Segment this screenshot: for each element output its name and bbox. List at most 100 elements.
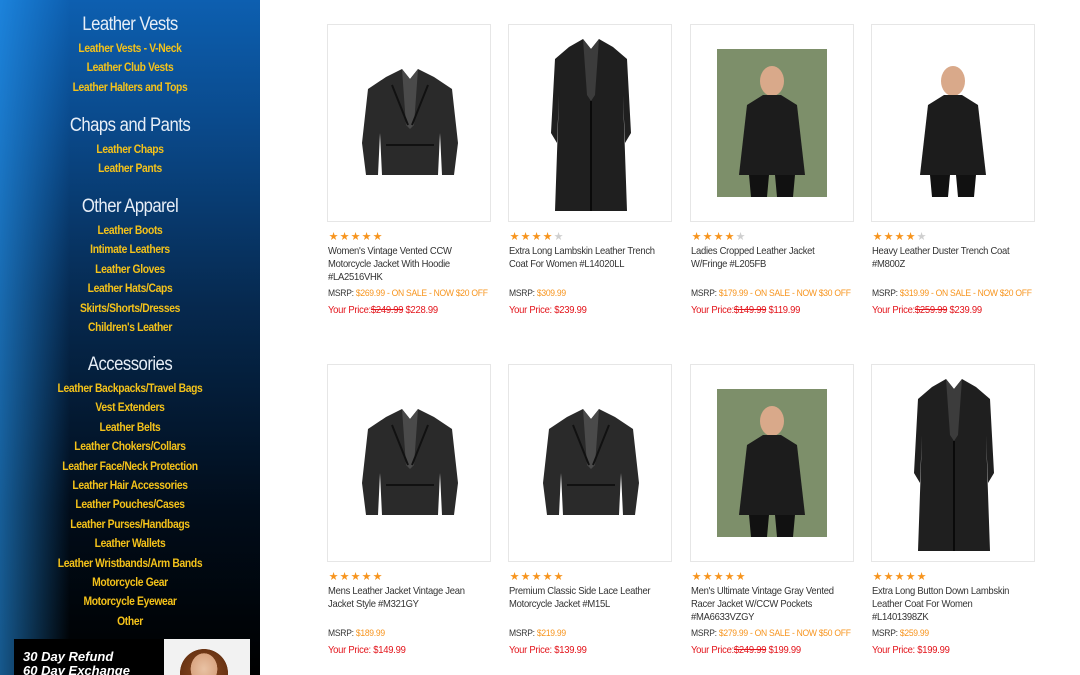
star-icon: ★ xyxy=(328,231,339,243)
sidebar-link[interactable]: Leather Wallets xyxy=(18,536,242,550)
sidebar-link[interactable]: Leather Boots xyxy=(18,223,242,237)
msrp-value: $189.99 xyxy=(355,628,385,639)
sidebar-link[interactable]: Leather Chokers/Collars xyxy=(18,439,242,453)
star-icon: ★ xyxy=(916,231,927,243)
star-icon: ★ xyxy=(542,231,553,243)
rating-stars: ★ ★ ★ ★ ★ xyxy=(691,571,746,583)
rating-stars: ★ ★ ★ ★ ★ xyxy=(691,231,746,243)
product-card[interactable]: ★ ★ ★ ★ ★ Extra Long Lambskin Leather Trench … xyxy=(508,24,672,324)
sidebar-heading: Accessories xyxy=(87,354,173,375)
rating-stars: ★ ★ ★ ★ ★ xyxy=(872,231,927,243)
product-price: Your Price: $199.99 xyxy=(872,644,1043,656)
product-card[interactable]: ★ ★ ★ ★ ★ Men's Ultimate Vintage Gray Vented … xyxy=(690,364,854,664)
sidebar-link[interactable]: Leather Pouches/Cases xyxy=(18,497,242,511)
sidebar-link[interactable]: Leather Club Vests xyxy=(18,60,242,74)
sidebar-link[interactable]: Leather Gloves xyxy=(18,262,242,276)
product-card[interactable]: ★ ★ ★ ★ ★ Extra Long Button Down Lambskin Lea… xyxy=(871,364,1035,664)
msrp-label: MSRP: xyxy=(872,288,898,299)
star-icon: ★ xyxy=(350,231,361,243)
price-label: Your Price: xyxy=(328,644,371,656)
sidebar-link[interactable]: Leather Pants xyxy=(18,161,242,175)
product-name[interactable]: Extra Long Lambskin Leather Trench Coat … xyxy=(509,245,662,271)
product-price: Your Price:$249.99 $199.99 xyxy=(691,644,862,656)
star-icon: ★ xyxy=(520,571,531,583)
sidebar-link[interactable]: Leather Face/Neck Protection xyxy=(18,459,242,473)
price-label: Your Price: xyxy=(509,644,552,656)
product-name[interactable]: Extra Long Button Down Lambskin Leather … xyxy=(872,585,1025,624)
product-name[interactable]: Women's Vintage Vented CCW Motorcycle Ja… xyxy=(328,245,481,284)
current-price: $239.99 xyxy=(949,304,983,316)
star-icon: ★ xyxy=(872,571,883,583)
current-price: $199.99 xyxy=(768,644,802,656)
product-name[interactable]: Premium Classic Side Lace Leather Motorc… xyxy=(509,585,662,611)
current-price: $239.99 xyxy=(554,304,587,316)
old-price: $249.99 xyxy=(370,304,404,316)
product-name[interactable]: Heavy Leather Duster Trench Coat #M800Z xyxy=(872,245,1025,271)
sale-note: - ON SALE - NOW $30 OFF xyxy=(749,288,851,299)
star-icon: ★ xyxy=(702,231,713,243)
current-price: $119.99 xyxy=(768,304,801,316)
category-sidebar: Leather Vests Leather Vests - V-Neck Leath… xyxy=(0,0,260,675)
sidebar-link[interactable]: Leather Hats/Caps xyxy=(18,281,242,295)
product-image[interactable] xyxy=(327,24,491,222)
star-icon: ★ xyxy=(872,231,883,243)
star-icon: ★ xyxy=(520,231,531,243)
product-name[interactable]: Ladies Cropped Leather Jacket W/Fringe #… xyxy=(691,245,844,271)
sidebar-link[interactable]: Skirts/Shorts/Dresses xyxy=(18,301,242,315)
sidebar-link[interactable]: Leather Belts xyxy=(18,420,242,434)
msrp-value: $319.99 xyxy=(899,288,929,299)
product-card[interactable]: ★ ★ ★ ★ ★ Mens Leather Jacket Vintage Jean Ja… xyxy=(327,364,491,664)
star-icon: ★ xyxy=(702,571,713,583)
product-name[interactable]: Mens Leather Jacket Vintage Jean Jacket … xyxy=(328,585,481,611)
product-price: Your Price:$149.99 $119.99 xyxy=(691,304,862,316)
current-price: $149.99 xyxy=(373,644,406,656)
star-icon: ★ xyxy=(905,231,916,243)
refund-exchange-banner[interactable]: 30 Day Refund 60 Day Exchange xyxy=(14,639,250,675)
product-image[interactable] xyxy=(508,364,672,562)
sidebar-link[interactable]: Leather Purses/Handbags xyxy=(18,517,242,531)
product-card[interactable]: ★ ★ ★ ★ ★ Ladies Cropped Leather Jacket W/Fri… xyxy=(690,24,854,324)
sidebar-link[interactable]: Leather Hair Accessories xyxy=(18,478,242,492)
sidebar-link[interactable]: Vest Extenders xyxy=(18,400,242,414)
sidebar-link[interactable]: Children's Leather xyxy=(18,320,242,334)
product-image[interactable] xyxy=(327,364,491,562)
sidebar-link[interactable]: Intimate Leathers xyxy=(18,242,242,256)
msrp-value: $269.99 xyxy=(355,288,385,299)
product-msrp: MSRP: $219.99 xyxy=(509,628,680,639)
sidebar-link[interactable]: Motorcycle Gear xyxy=(18,575,242,589)
product-price: Your Price: $149.99 xyxy=(328,644,499,656)
sidebar-link[interactable]: Leather Halters and Tops xyxy=(18,80,242,94)
sidebar-link[interactable]: Other xyxy=(18,614,242,628)
star-icon: ★ xyxy=(531,571,542,583)
price-label: Your Price: xyxy=(872,644,915,656)
product-image[interactable] xyxy=(871,364,1035,562)
support-agent-photo xyxy=(164,639,250,675)
star-icon: ★ xyxy=(328,571,339,583)
rating-stars: ★ ★ ★ ★ ★ xyxy=(872,571,927,583)
rating-stars: ★ ★ ★ ★ ★ xyxy=(509,571,564,583)
product-msrp: MSRP: $269.99 - ON SALE - NOW $20 OFF xyxy=(328,288,499,299)
old-price: $149.99 xyxy=(733,304,767,316)
sidebar-link[interactable]: Leather Backpacks/Travel Bags xyxy=(18,381,242,395)
product-card[interactable]: ★ ★ ★ ★ ★ Premium Classic Side Lace Leather M… xyxy=(508,364,672,664)
product-image[interactable] xyxy=(690,24,854,222)
product-image[interactable] xyxy=(508,24,672,222)
msrp-label: MSRP: xyxy=(872,628,898,639)
product-card[interactable]: ★ ★ ★ ★ ★ Women's Vintage Vented CCW Motorcyc… xyxy=(327,24,491,324)
product-price: Your Price: $239.99 xyxy=(509,304,680,316)
star-icon: ★ xyxy=(916,571,927,583)
sidebar-heading: Leather Vests xyxy=(82,14,178,35)
price-label: Your Price: xyxy=(872,304,915,316)
sidebar-link[interactable]: Motorcycle Eyewear xyxy=(18,594,242,608)
msrp-label: MSRP: xyxy=(509,628,535,639)
sidebar-link[interactable]: Leather Wristbands/Arm Bands xyxy=(18,556,242,570)
product-card[interactable]: ★ ★ ★ ★ ★ Heavy Leather Duster Trench Coat #M… xyxy=(871,24,1035,324)
sidebar-link[interactable]: Leather Vests - V-Neck xyxy=(18,41,242,55)
sidebar-heading: Chaps and Pants xyxy=(69,115,191,136)
star-icon: ★ xyxy=(713,571,724,583)
product-image[interactable] xyxy=(871,24,1035,222)
sidebar-link[interactable]: Leather Chaps xyxy=(18,142,242,156)
product-image[interactable] xyxy=(690,364,854,562)
star-icon: ★ xyxy=(691,571,702,583)
product-name[interactable]: Men's Ultimate Vintage Gray Vented Racer… xyxy=(691,585,844,624)
